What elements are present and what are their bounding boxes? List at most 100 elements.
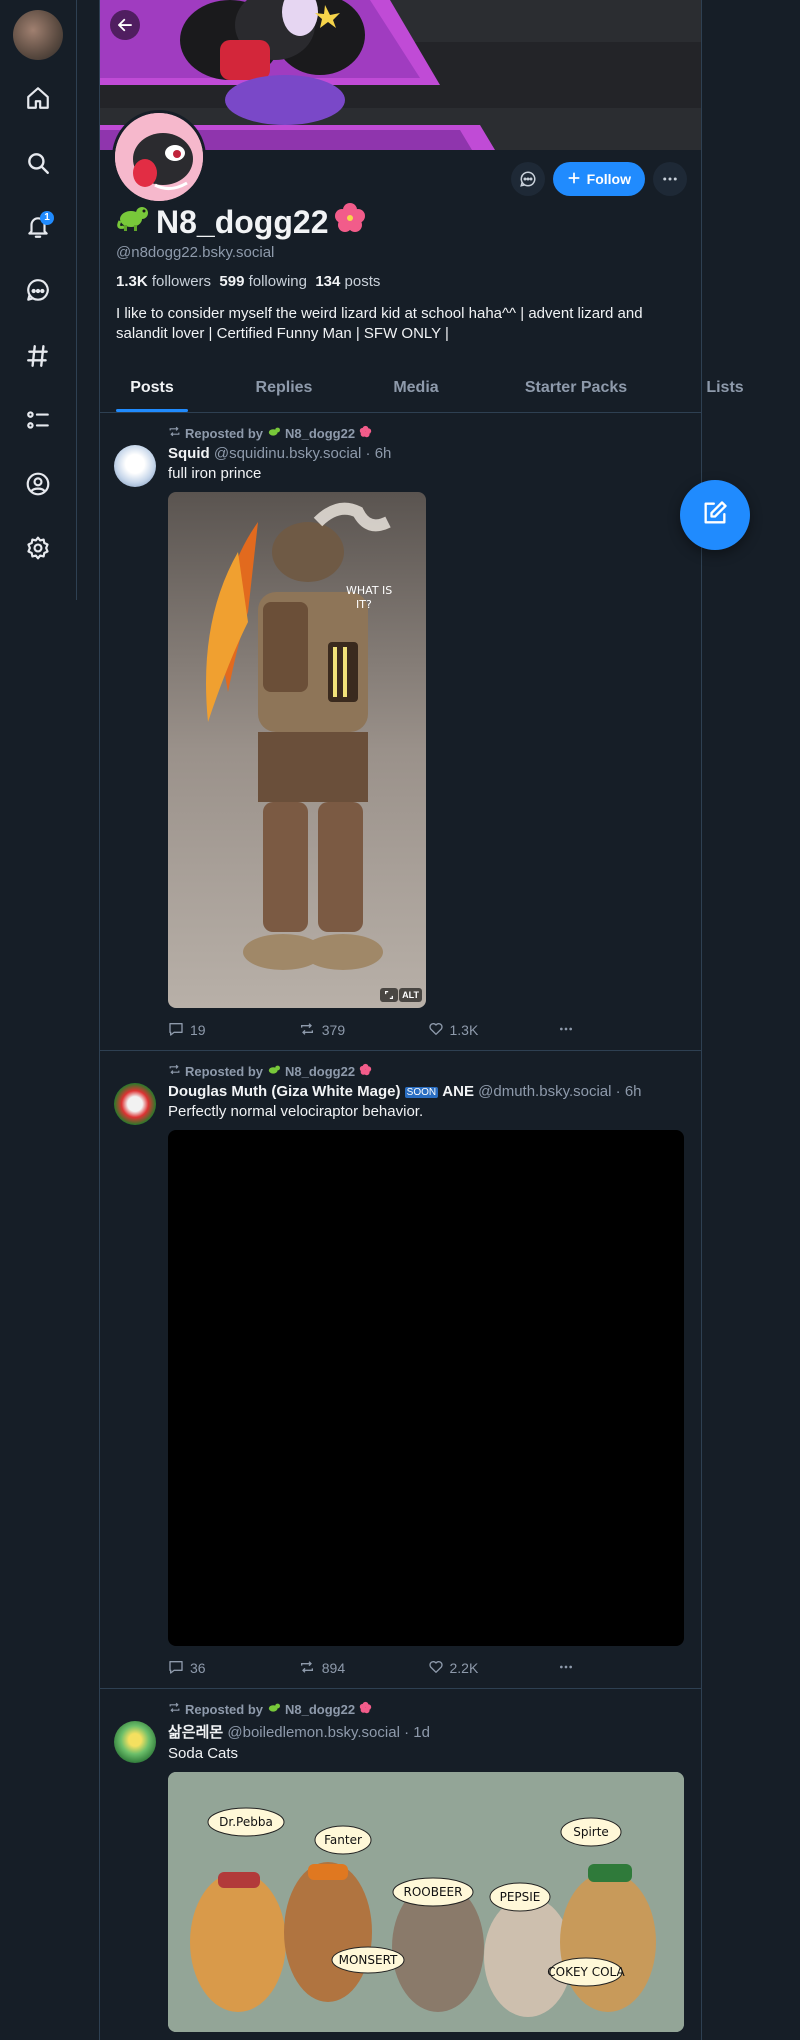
repost-icon [298,1021,316,1040]
reply-button[interactable]: 36 [168,1659,298,1678]
profile-tabs: Posts Replies Media Starter Packs Lists [100,364,744,413]
reply-button[interactable]: 19 [168,1021,298,1040]
reposter-name[interactable]: N8_dogg22 [285,1702,355,1717]
repost-label: Reposted by [185,425,264,441]
post-more-button[interactable] [557,1659,687,1678]
more-dots-icon [557,1021,575,1040]
small-lizard-emoji-icon [267,426,281,441]
repost-indicator: Reposted by N8_dogg22 [168,1063,687,1079]
reply-count: 36 [190,1660,206,1676]
tab-lists[interactable]: Lists [676,364,774,412]
post-author-name[interactable]: 삶은레몬 [168,1724,223,1741]
posts-label: posts [344,273,381,290]
like-count: 2.2K [449,1660,479,1676]
current-user-avatar[interactable] [13,10,63,60]
repost-label: Reposted by [185,1063,264,1079]
profile-main-column: Follow N8_dogg22 @n8dogg22.bsky.social 1… [99,0,744,2040]
compose-icon [701,499,729,532]
post-time[interactable]: · 1d [404,1724,430,1741]
followers-label: followers [151,273,212,290]
repost-icon [298,1659,316,1678]
repost-button[interactable]: 379 [298,1021,428,1040]
display-name: N8_dogg22 [116,202,685,242]
post-text: Perfectly normal velociraptor behavior. [168,1103,424,1120]
like-button[interactable]: 2.2K [428,1659,558,1678]
like-count: 1.3K [449,1022,479,1038]
tab-media[interactable]: Media [362,364,470,412]
lizard-emoji-icon [116,203,150,241]
display-name-text: N8_dogg22 [156,203,329,240]
compose-post-button[interactable] [680,480,750,550]
post-author-avatar[interactable] [114,1083,156,1125]
repost-count: 379 [321,1022,346,1038]
notifications-bell-icon[interactable]: 1 [22,211,54,243]
reply-icon [168,1659,184,1678]
post-time[interactable]: · 6h [616,1083,642,1100]
search-icon[interactable] [22,147,54,179]
post-more-button[interactable] [557,1021,687,1040]
tab-starter-packs[interactable]: Starter Packs [494,364,658,412]
alt-badge[interactable]: ALT [399,988,422,1002]
post-author-avatar[interactable] [114,1721,156,1763]
bubble-text: MONSERT [339,1953,398,1967]
settings-gear-icon[interactable] [22,532,54,564]
soon-emoji-icon: SOON [404,1086,439,1098]
post-actions: 19 379 1.3K [168,1018,687,1042]
post-actions: 36 894 2.2K [168,1656,687,1680]
tab-posts[interactable]: Posts [100,364,204,412]
small-lizard-emoji-icon [267,1064,281,1079]
repost-label: Reposted by [185,1701,264,1717]
reposter-name[interactable]: N8_dogg22 [285,426,355,441]
chat-icon[interactable] [22,275,54,307]
post-time[interactable]: · 6h [366,445,392,462]
bubble-text: Spirte [573,1825,609,1839]
bubble-text: ROOBEER [404,1885,463,1899]
tab-replies[interactable]: Replies [224,364,344,412]
profile-icon[interactable] [22,468,54,500]
feed-post[interactable]: Reposted by N8_dogg22 Douglas Muth (Giza… [100,1051,701,1689]
reply-icon [168,1021,184,1040]
bubble-text: COKEY COLA [547,1965,625,1979]
post-header: Squid @squidinu.bsky.social · 6h [168,445,687,462]
post-header: 삶은레몬 @boiledlemon.bsky.social · 1d [168,1721,687,1742]
expand-icon[interactable] [380,988,398,1002]
bubble-text: PEPSIE [500,1890,541,1904]
post-video[interactable] [168,1130,684,1646]
profile-handle: @n8dogg22.bsky.social [116,244,275,261]
heart-icon [428,1659,444,1678]
repost-indicator: Reposted by N8_dogg22 [168,1701,687,1717]
repost-icon [168,1063,181,1079]
posts-stat: 134 posts [315,273,380,290]
like-button[interactable]: 1.3K [428,1021,558,1040]
post-author-handle[interactable]: @dmuth.bsky.social [478,1083,611,1100]
small-hibiscus-emoji-icon [359,1063,372,1079]
hashtag-feeds-icon[interactable] [22,340,54,372]
post-author-avatar[interactable] [114,445,156,487]
post-author-handle[interactable]: @squidinu.bsky.social [214,445,362,462]
feed-post[interactable]: Reposted by N8_dogg22 Squid @squidinu.bs… [100,413,701,1051]
following-count: 599 [219,273,245,290]
post-header: Douglas Muth (Giza White Mage) SOON ANE … [168,1083,687,1100]
repost-icon [168,425,181,441]
notifications-badge: 1 [40,211,54,225]
lists-icon[interactable] [22,404,54,436]
profile-bio: I like to consider myself the weird liza… [116,305,643,342]
repost-button[interactable]: 894 [298,1659,428,1678]
bubble-text: Fanter [324,1833,362,1847]
heart-icon [428,1021,444,1040]
profile-info: N8_dogg22 @n8dogg22.bsky.social 1.3K fol… [100,150,701,344]
reposter-name[interactable]: N8_dogg22 [285,1064,355,1079]
hibiscus-emoji-icon [334,202,366,242]
feed-post[interactable]: Reposted by N8_dogg22 삶은레몬 @boiledlemon.… [100,1689,701,2040]
home-icon[interactable] [22,82,54,114]
post-image[interactable]: WHAT IS IT? ALT [168,492,426,1008]
following-link[interactable]: 599 following [219,273,307,290]
back-button[interactable] [110,10,140,40]
repost-indicator: Reposted by N8_dogg22 [168,425,687,441]
post-author-handle[interactable]: @boiledlemon.bsky.social [227,1724,400,1741]
post-author-name[interactable]: Squid [168,445,210,462]
post-author-name[interactable]: Douglas Muth (Giza White Mage) [168,1083,401,1100]
post-text: Soda Cats [168,1745,239,1762]
followers-link[interactable]: 1.3K followers [116,273,211,290]
post-image[interactable]: Dr.Pebba Fanter ROOBEER PEPSIE Spirte MO… [168,1772,684,2032]
